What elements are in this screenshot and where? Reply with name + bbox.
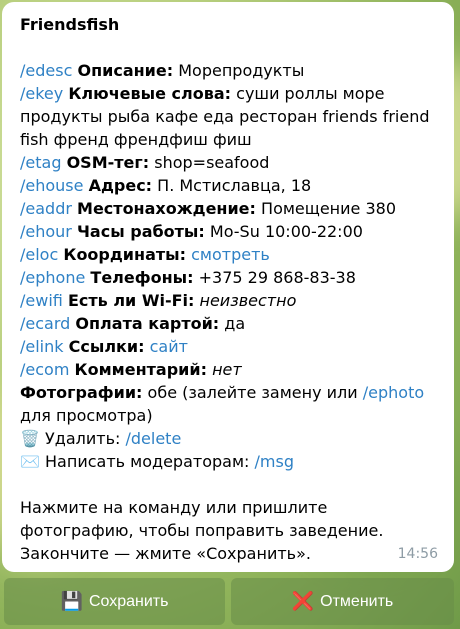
message-bubble: Friendsfish /edesc Описание: Морепродукт… <box>2 2 454 572</box>
row-label: Координаты: <box>63 245 186 264</box>
cmd-link[interactable]: /ehouse <box>20 176 83 195</box>
message-time: 14:56 <box>397 546 438 562</box>
row-value: Помещение 380 <box>261 199 397 218</box>
cmd-link[interactable]: /eaddr <box>20 199 72 218</box>
cmd-link[interactable]: /etag <box>20 153 61 172</box>
row-desc: /edesc Описание: Морепродукты <box>20 59 437 82</box>
row-value: +375 29 868-83-38 <box>198 268 356 287</box>
row-address: /ehouse Адрес: П. Мстиславца, 18 <box>20 174 437 197</box>
row-coords: /eloc Координаты: смотреть <box>20 243 437 266</box>
floppy-disk-icon: 💾 <box>60 591 83 611</box>
row-phones: /ephone Телефоны: +375 29 868-83-38 <box>20 266 437 289</box>
row-delete: 🗑️ Удалить: /delete <box>20 427 437 450</box>
cancel-button[interactable]: ❌ Отменить <box>231 578 454 625</box>
row-value: П. Мстиславца, 18 <box>157 176 312 195</box>
row-label: Ключевые слова: <box>68 84 232 103</box>
cmd-link[interactable]: /ehour <box>20 222 72 241</box>
cross-mark-icon: ❌ <box>291 591 315 611</box>
row-value: неизвестно <box>199 291 297 310</box>
row-comment: /ecom Комментарий: нет <box>20 358 437 381</box>
row-value: да <box>224 314 246 333</box>
row-wifi: /ewifi Есть ли Wi-Fi: неизвестно <box>20 289 437 312</box>
row-value: shop=seafood <box>154 153 270 172</box>
cmd-link[interactable]: /ekey <box>20 84 63 103</box>
save-label: Сохранить <box>88 592 169 610</box>
row-label: Адрес: <box>88 176 153 195</box>
row-value: Mo-Su 10:00-22:00 <box>209 222 363 241</box>
delete-label: Удалить: <box>45 429 121 448</box>
row-label: OSM-тег: <box>66 153 150 172</box>
row-label: Комментарий: <box>74 360 207 379</box>
row-card: /ecard Оплата картой: да <box>20 312 437 335</box>
trash-icon: 🗑️ <box>20 429 40 448</box>
message-title: Friendsfish <box>20 15 120 34</box>
cmd-link[interactable]: /ecom <box>20 360 69 379</box>
cmd-link[interactable]: /ephoto <box>363 383 424 402</box>
cancel-label: Отменить <box>320 592 394 610</box>
site-link[interactable]: сайт <box>150 337 188 356</box>
envelope-icon: ✉️ <box>20 452 40 471</box>
cmd-link[interactable]: /elink <box>20 337 64 356</box>
cmd-link[interactable]: /edesc <box>20 61 72 80</box>
row-msg: ✉️ Написать модераторам: /msg <box>20 450 437 473</box>
row-label: Ссылки: <box>68 337 145 356</box>
row-tag: /etag OSM-тег: shop=seafood <box>20 151 437 174</box>
view-link[interactable]: смотреть <box>191 245 270 264</box>
row-keywords: /ekey Ключевые слова: суши роллы море пр… <box>20 82 437 151</box>
row-hours: /ehour Часы работы: Mo-Su 10:00-22:00 <box>20 220 437 243</box>
msg-cmd-link[interactable]: /msg <box>255 452 294 471</box>
cmd-link[interactable]: /ecard <box>20 314 70 333</box>
msg-label: Написать модераторам: <box>45 452 250 471</box>
footer-text: Нажмите на команду или пришлите фотограф… <box>20 498 384 563</box>
row-value: нет <box>212 360 242 379</box>
row-value: Морепродукты <box>178 61 305 80</box>
row-label: Местонахождение: <box>77 199 256 218</box>
row-label: Телефоны: <box>90 268 194 287</box>
cmd-link[interactable]: /ewifi <box>20 291 63 310</box>
delete-cmd-link[interactable]: /delete <box>126 429 182 448</box>
photos-text: обе (залейте замену или <box>147 383 358 402</box>
cmd-link[interactable]: /ephone <box>20 268 85 287</box>
row-label: Оплата картой: <box>75 314 220 333</box>
row-photos: Фотографии: обе (залейте замену или /eph… <box>20 381 437 427</box>
cmd-link[interactable]: /eloc <box>20 245 58 264</box>
photos-text-after: для просмотра) <box>20 406 153 425</box>
row-label: Часы работы: <box>76 222 205 241</box>
row-label: Фотографии: <box>20 383 143 402</box>
row-label: Описание: <box>77 61 174 80</box>
save-button[interactable]: 💾 Сохранить <box>4 578 225 625</box>
row-links: /elink Ссылки: сайт <box>20 335 437 358</box>
row-location: /eaddr Местонахождение: Помещение 380 <box>20 197 437 220</box>
row-label: Есть ли Wi-Fi: <box>67 291 195 310</box>
